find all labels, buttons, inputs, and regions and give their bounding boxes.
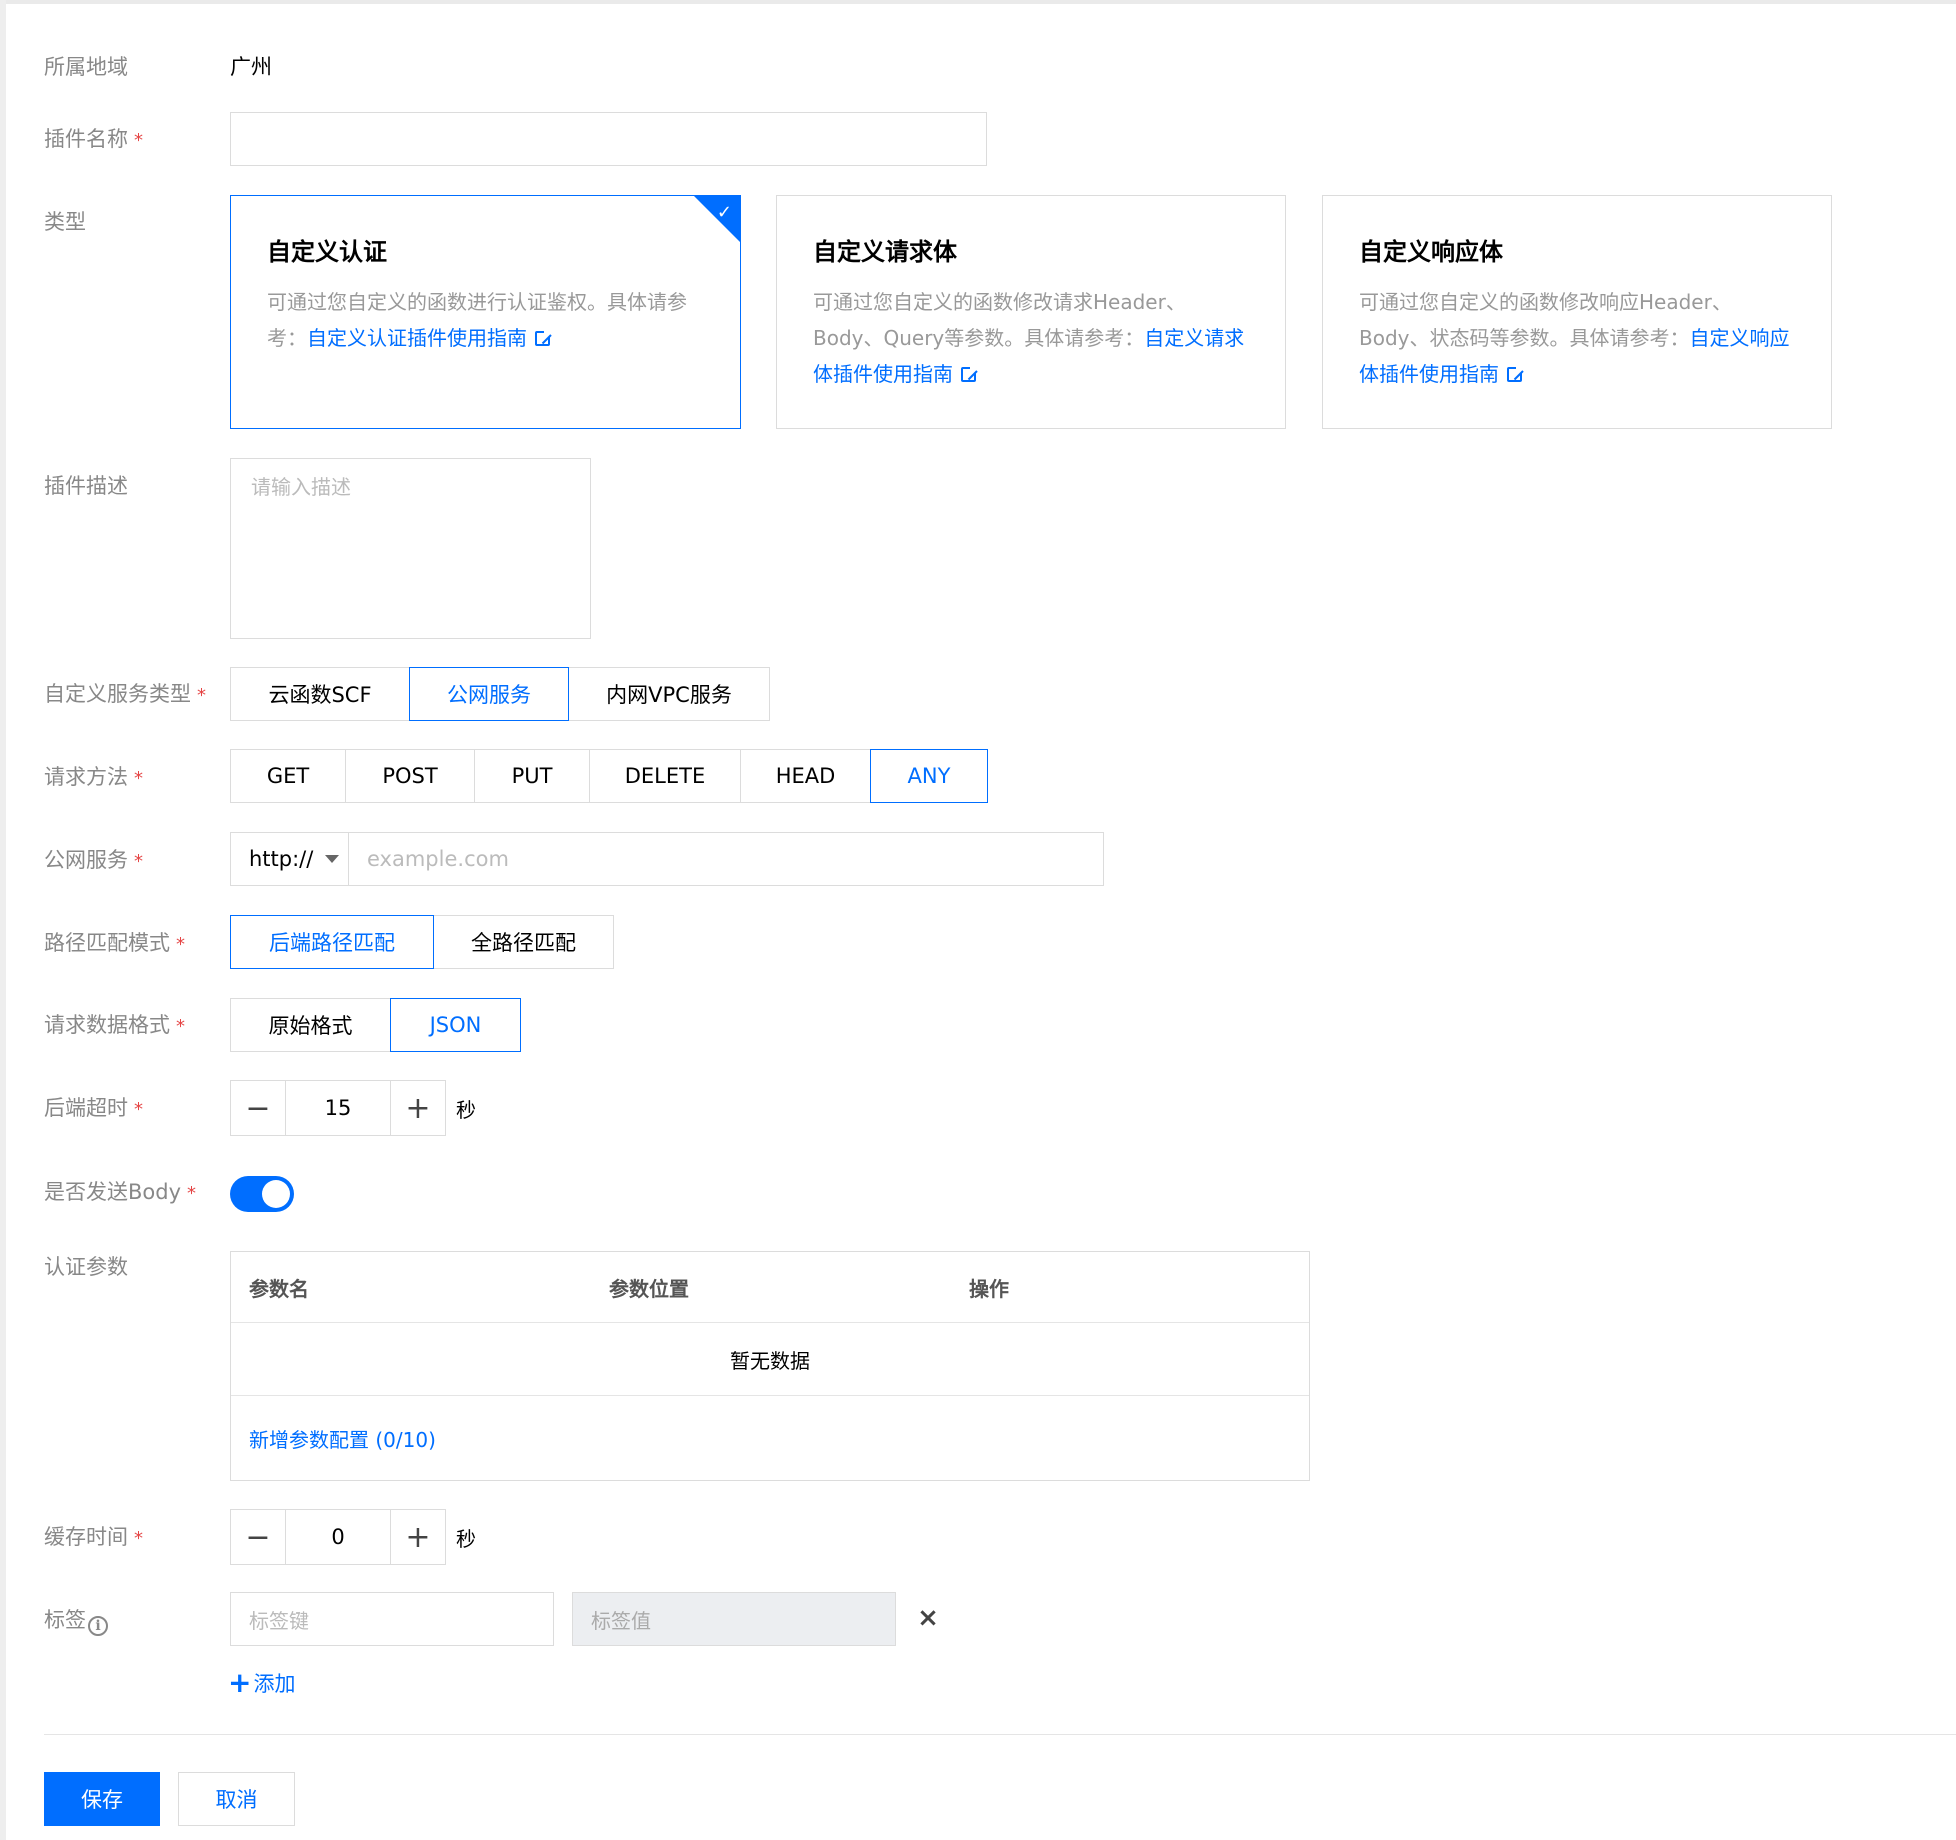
timeout-value[interactable]: 15: [285, 1081, 391, 1135]
timeout-stepper: − 15 +: [230, 1080, 446, 1136]
card-description: 可通过您自定义的函数修改响应Header、Body、状态码等参数。具体请参考：自…: [1359, 290, 1790, 386]
method-label: 请求方法 *: [44, 765, 143, 789]
save-button[interactable]: 保存: [44, 1772, 160, 1826]
window-left-border: [0, 0, 6, 1840]
external-link-icon: [535, 329, 552, 346]
add-param-link[interactable]: 新增参数配置 (0/10): [249, 1396, 436, 1480]
type-label: 类型: [44, 210, 86, 234]
chevron-down-icon: [325, 855, 340, 863]
service-type-group: 云函数SCF 公网服务 内网VPC服务: [230, 667, 770, 721]
send-body-label: 是否发送Body *: [44, 1180, 197, 1204]
method-group: GET POST PUT DELETE HEAD ANY: [230, 749, 988, 803]
cache-time-value[interactable]: 0: [285, 1510, 391, 1564]
service-type-scf[interactable]: 云函数SCF: [230, 667, 410, 721]
card-title: 自定义响应体: [1359, 238, 1503, 266]
tag-key-placeholder: 标签键: [249, 1608, 309, 1633]
timeout-unit: 秒: [456, 1098, 476, 1122]
description-label: 插件描述: [44, 474, 128, 498]
close-icon[interactable]: ×: [916, 1600, 940, 1636]
external-link-icon: [1507, 365, 1524, 382]
plugin-name-label: 插件名称 *: [44, 127, 143, 151]
service-type-label: 自定义服务类型 *: [44, 682, 206, 706]
region-value: 广州: [230, 55, 272, 79]
cancel-button[interactable]: 取消: [178, 1772, 295, 1826]
data-format-label: 请求数据格式 *: [44, 1013, 185, 1037]
send-body-toggle[interactable]: [230, 1176, 294, 1212]
data-format-json[interactable]: JSON: [390, 998, 521, 1052]
path-match-backend[interactable]: 后端路径匹配: [230, 915, 434, 969]
window-top-border: [0, 0, 1956, 4]
decrement-button[interactable]: −: [231, 1510, 285, 1564]
data-format-raw[interactable]: 原始格式: [230, 998, 391, 1052]
empty-state: 暂无数据: [730, 1348, 810, 1373]
type-card-custom-request[interactable]: 自定义请求体 可通过您自定义的函数修改请求Header、Body、Query等参…: [776, 195, 1286, 429]
guide-link[interactable]: 自定义认证插件使用指南: [307, 326, 527, 350]
method-delete[interactable]: DELETE: [589, 749, 741, 803]
description-textarea[interactable]: 请输入描述: [230, 458, 591, 639]
tags-label: 标签 i: [44, 1606, 108, 1636]
auth-params-label: 认证参数: [44, 1255, 128, 1279]
path-match-label: 路径匹配模式 *: [44, 931, 185, 955]
path-match-full[interactable]: 全路径匹配: [433, 915, 614, 969]
add-tag-button[interactable]: + 添加: [228, 1668, 295, 1698]
external-link-icon: [961, 365, 978, 382]
service-type-vpc[interactable]: 内网VPC服务: [568, 667, 770, 721]
method-head[interactable]: HEAD: [740, 749, 871, 803]
method-put[interactable]: PUT: [474, 749, 590, 803]
region-label: 所属地域: [44, 55, 128, 79]
type-card-custom-response[interactable]: 自定义响应体 可通过您自定义的函数修改响应Header、Body、状态码等参数。…: [1322, 195, 1832, 429]
timeout-label: 后端超时 *: [44, 1096, 143, 1120]
toggle-knob: [262, 1180, 290, 1208]
footer-divider: [44, 1734, 1956, 1735]
plugin-name-input[interactable]: [230, 112, 987, 166]
public-service-label: 公网服务 *: [44, 848, 143, 872]
type-card-custom-auth[interactable]: 自定义认证 可通过您自定义的函数进行认证鉴权。具体请参考：自定义认证插件使用指南…: [230, 195, 741, 429]
increment-button[interactable]: +: [391, 1510, 445, 1564]
tag-key-input[interactable]: 标签键: [230, 1592, 554, 1646]
card-description: 可通过您自定义的函数进行认证鉴权。具体请参考：自定义认证插件使用指南: [267, 290, 687, 350]
public-service-field: http:// example.com: [230, 832, 1104, 886]
cache-time-label: 缓存时间 *: [44, 1525, 143, 1549]
card-description: 可通过您自定义的函数修改请求Header、Body、Query等参数。具体请参考…: [813, 290, 1245, 386]
info-icon[interactable]: i: [88, 1616, 108, 1636]
check-icon: ✓: [716, 202, 732, 223]
method-get[interactable]: GET: [230, 749, 346, 803]
card-title: 自定义请求体: [813, 238, 957, 266]
data-format-group: 原始格式 JSON: [230, 998, 521, 1052]
column-header-name: 参数名: [249, 1276, 309, 1301]
protocol-select[interactable]: http://: [231, 833, 349, 885]
tag-value-input[interactable]: 标签值: [572, 1592, 896, 1646]
method-any[interactable]: ANY: [870, 749, 988, 803]
card-title: 自定义认证: [267, 238, 387, 266]
plus-icon: +: [228, 1666, 252, 1699]
increment-button[interactable]: +: [391, 1081, 445, 1135]
path-match-group: 后端路径匹配 全路径匹配: [230, 915, 614, 969]
service-type-public[interactable]: 公网服务: [409, 667, 569, 721]
decrement-button[interactable]: −: [231, 1081, 285, 1135]
column-header-position: 参数位置: [609, 1276, 689, 1301]
host-input[interactable]: example.com: [367, 833, 509, 885]
cache-time-stepper: − 0 +: [230, 1509, 446, 1565]
method-post[interactable]: POST: [345, 749, 475, 803]
cache-time-unit: 秒: [456, 1527, 476, 1551]
tag-value-placeholder: 标签值: [591, 1608, 651, 1633]
description-placeholder: 请输入描述: [251, 475, 351, 499]
column-header-actions: 操作: [969, 1276, 1009, 1301]
auth-params-table: 参数名 参数位置 操作 暂无数据 新增参数配置 (0/10): [230, 1251, 1310, 1481]
